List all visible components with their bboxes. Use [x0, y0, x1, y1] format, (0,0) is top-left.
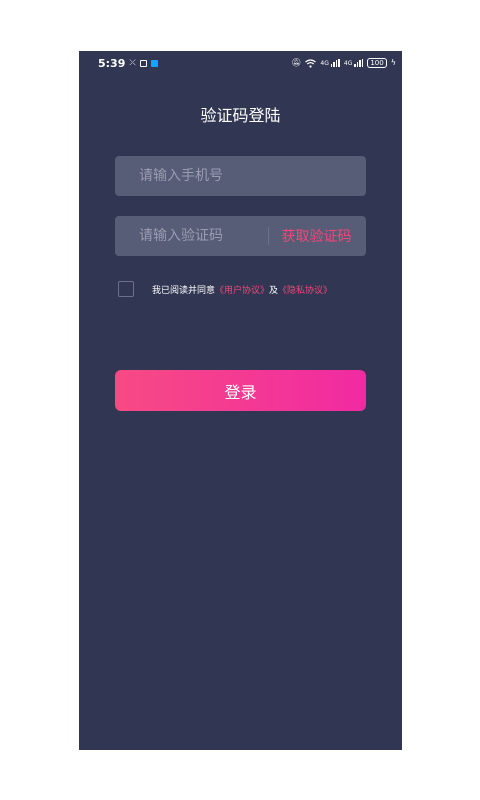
- network-type-label: 4G: [343, 59, 353, 67]
- signal-icon: [330, 59, 340, 67]
- wifi-icon: [305, 58, 317, 68]
- agreement-checkbox[interactable]: [118, 281, 134, 297]
- status-bar: 5:39 ⤫ 🔕︎ 4G 4G 100 ϟ: [79, 51, 402, 75]
- login-button[interactable]: 登录: [115, 370, 366, 411]
- status-right: 🔕︎ 4G 4G 100 ϟ: [291, 58, 396, 68]
- signal-icon: [354, 59, 364, 67]
- user-agreement-link[interactable]: 《用户协议》: [215, 283, 269, 296]
- battery-level: 100: [370, 58, 384, 67]
- page-title: 验证码登陆: [200, 106, 281, 125]
- battery-icon: 100: [367, 58, 387, 68]
- charging-icon: ϟ: [390, 58, 396, 67]
- code-field: 获取验证码: [115, 216, 366, 256]
- get-code-button[interactable]: 获取验证码: [269, 226, 366, 246]
- app-screen: 5:39 ⤫ 🔕︎ 4G 4G 100 ϟ 验证码登陆 获取验证码: [79, 51, 402, 750]
- verification-code-input[interactable]: [115, 216, 265, 256]
- status-left: 5:39 ⤫: [98, 57, 158, 70]
- phone-input[interactable]: [115, 156, 366, 196]
- mute-icon: 🔕︎: [291, 58, 302, 67]
- notification-app-icon: [150, 59, 158, 67]
- agreement-prefix: 我已阅读并同意: [152, 285, 216, 296]
- agreement-conjunction: 及: [269, 285, 279, 296]
- status-time: 5:39: [98, 56, 126, 70]
- missed-call-icon: ⤫: [129, 58, 136, 67]
- agreement-row: 我已阅读并同意 《用户协议》 及 《隐私协议》: [118, 280, 378, 298]
- network-type-label: 4G: [320, 59, 329, 67]
- phone-field: [115, 156, 366, 196]
- privacy-policy-link[interactable]: 《隐私协议》: [278, 283, 332, 296]
- message-icon: [139, 59, 147, 67]
